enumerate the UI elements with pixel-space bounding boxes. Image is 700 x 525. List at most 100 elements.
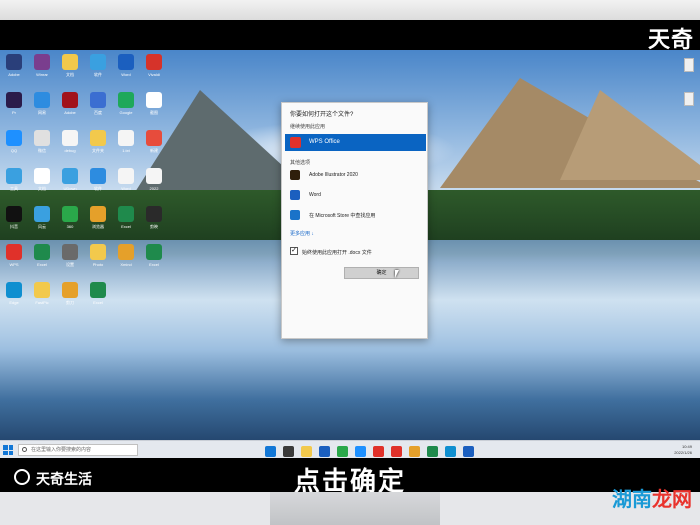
start-button[interactable] — [3, 445, 13, 455]
desktop-icon[interactable]: 浏览器 — [85, 204, 111, 238]
desktop-icon-label: Word — [121, 186, 131, 191]
desktop-icon[interactable]: WPS — [1, 242, 27, 276]
desktop-icon[interactable]: 截图 — [141, 90, 167, 124]
desktop-icon[interactable]: Xmind — [113, 242, 139, 276]
option-illustrator[interactable]: Adobe Illustrator 2020 — [285, 167, 426, 183]
desktop-icon-label: 新建 — [150, 148, 158, 153]
taskbar-app-icon[interactable] — [409, 446, 420, 457]
taskbar-app-icon[interactable] — [283, 446, 294, 457]
desktop-icon-label: FastPic — [35, 300, 49, 305]
app-icon — [146, 54, 162, 70]
desktop-icon[interactable]: 文档 — [57, 52, 83, 86]
desktop-icon[interactable]: 1.txt — [113, 128, 139, 162]
desktop-icon[interactable]: 软件 — [85, 52, 111, 86]
system-tray-clock[interactable]: 10:49 2022/1/26 — [674, 444, 692, 456]
app-icon — [90, 282, 106, 298]
desktop-icon[interactable]: 软件 — [85, 166, 111, 200]
desktop-icon-label: 微信 — [38, 148, 46, 153]
app-icon — [6, 168, 22, 184]
desktop-icon[interactable]: Excel — [85, 280, 111, 314]
taskbar-app-icon[interactable] — [337, 446, 348, 457]
option-microsoft-store[interactable]: 在 Microsoft Store 中查找应用 — [285, 207, 426, 223]
desktop-icon[interactable]: 2022 — [141, 166, 167, 200]
desktop-icon[interactable]: Photo — [85, 242, 111, 276]
desktop-icon[interactable]: Word — [113, 52, 139, 86]
app-icon — [118, 244, 134, 260]
more-apps-link[interactable]: 更多应用 ↓ — [290, 230, 314, 237]
watermark-part1: 湖南 — [612, 487, 652, 511]
desktop-icon[interactable]: Edge — [1, 280, 27, 314]
desktop-icon-label: Excel — [121, 224, 131, 229]
desktop-icon[interactable]: Vivaldi — [141, 52, 167, 86]
taskbar-app-icon[interactable] — [463, 446, 474, 457]
desktop-icon[interactable]: 设置 — [57, 242, 83, 276]
desktop-icon-label: Winrar — [36, 72, 48, 77]
desktop-icon[interactable]: Adobe — [1, 52, 27, 86]
desktop-icon-label: WPS — [9, 262, 19, 267]
app-icon — [62, 282, 78, 298]
desktop-icon[interactable]: 抖音 — [1, 204, 27, 238]
taskbar-app-icon[interactable] — [427, 446, 438, 457]
desktop-icon[interactable]: Word — [113, 166, 139, 200]
desktop-icon[interactable]: UDown — [57, 166, 83, 200]
desktop-icon[interactable]: 剪刀 — [57, 280, 83, 314]
desktop-file-icon[interactable] — [684, 58, 694, 72]
desktop-icon-label: 文件夹 — [92, 148, 104, 153]
app-icon — [6, 92, 22, 108]
desktop-icon[interactable]: 新建 — [141, 128, 167, 162]
dialog-continue-label: 继续使用此应用 — [290, 124, 326, 130]
desktop-file-icon[interactable] — [684, 92, 694, 106]
always-use-checkbox[interactable]: ✓ — [290, 247, 298, 255]
wallpaper-mountain — [560, 90, 700, 180]
wall-background — [0, 0, 700, 20]
desktop-icon[interactable]: 百度 — [85, 90, 111, 124]
app-icon — [6, 244, 22, 260]
desktop-icon-grid: Adobe Winrar 文档 软件 Word Vivaldi Pr 网易 Adobe 百度 Goo… — [0, 50, 170, 438]
ok-button[interactable]: 确定 — [344, 267, 419, 279]
app-icon — [62, 92, 78, 108]
desktop-icon[interactable]: 剪映 — [141, 204, 167, 238]
desktop-icon[interactable]: FastPic — [29, 280, 55, 314]
desktop-icon[interactable]: 360 — [57, 204, 83, 238]
desktop-icon-label: Excel — [37, 262, 47, 267]
app-icon — [90, 168, 106, 184]
desktop-icon[interactable]: Google — [113, 90, 139, 124]
taskbar-app-icon[interactable] — [265, 446, 276, 457]
desktop-icon-label: Excel — [149, 262, 159, 267]
desktop-icon-label: 剪刀 — [66, 300, 74, 305]
taskbar-app-icon[interactable] — [445, 446, 456, 457]
desktop-icon[interactable]: Excel — [29, 242, 55, 276]
app-icon — [146, 244, 162, 260]
desktop-icon-label: 截图 — [150, 110, 158, 115]
desktop-icon[interactable]: Excel — [113, 204, 139, 238]
app-icon — [34, 282, 50, 298]
taskbar-app-icon[interactable] — [301, 446, 312, 457]
desktop-icon[interactable]: Winrar — [29, 52, 55, 86]
app-icon — [62, 244, 78, 260]
desktop-icon[interactable]: 网易 — [29, 90, 55, 124]
app-icon — [34, 54, 50, 70]
desktop-icon[interactable]: 微信 — [29, 128, 55, 162]
app-icon — [62, 130, 78, 146]
desktop-icon[interactable]: QQ — [1, 128, 27, 162]
taskbar-search-box[interactable]: 在这里输入你要搜索的内容 — [18, 444, 138, 456]
taskbar-app-icon[interactable] — [355, 446, 366, 457]
option-wps-office[interactable]: WPS Office — [285, 134, 426, 151]
taskbar-app-icon[interactable] — [373, 446, 384, 457]
desktop-icon[interactable]: 文档 — [29, 166, 55, 200]
desktop-icon[interactable]: Adobe — [57, 90, 83, 124]
desktop-icon[interactable]: debug — [57, 128, 83, 162]
desktop-icon[interactable]: 风云 — [29, 204, 55, 238]
desktop-icon-label: QQ — [10, 148, 18, 153]
dialog-title: 你要如何打开这个文件? — [290, 112, 354, 118]
desktop-icon[interactable]: 文件夹 — [85, 128, 111, 162]
option-word[interactable]: Word — [285, 187, 426, 203]
desktop-icon[interactable]: Excel — [141, 242, 167, 276]
desktop-icon-label: 软件 — [94, 186, 102, 191]
desktop-icon-label: 百度 — [94, 110, 102, 115]
app-icon — [90, 54, 106, 70]
taskbar-app-icon[interactable] — [319, 446, 330, 457]
taskbar-app-icon[interactable] — [391, 446, 402, 457]
desktop-icon[interactable]: Pr — [1, 90, 27, 124]
desktop-icon[interactable]: 工具 — [1, 166, 27, 200]
